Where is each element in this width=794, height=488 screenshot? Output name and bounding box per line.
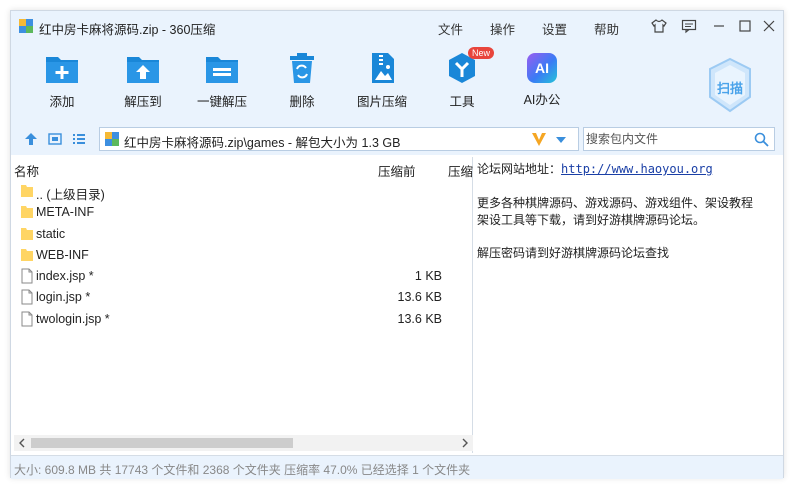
one-click-extract-button[interactable]: 一键解压	[186, 51, 258, 110]
ai-office-button[interactable]: AI AI办公	[506, 51, 578, 108]
extract-to-button[interactable]: 解压到	[107, 51, 179, 110]
table-row[interactable]: index.jsp * 1 KB	[14, 266, 472, 287]
file-size: 13.6 KB	[397, 311, 442, 326]
forum-line: 论坛网站地址：http://www.haoyou.org	[477, 160, 713, 177]
tools-label: 工具	[449, 95, 475, 109]
extract-folder-icon	[127, 57, 159, 83]
column-compressed-before[interactable]: 压缩前	[378, 161, 416, 180]
scroll-right-icon[interactable]	[460, 438, 470, 448]
file-icon	[21, 268, 33, 284]
file-rows: .. (上级目录) META-INF static WEB-INF index.	[14, 181, 472, 330]
file-name: WEB-INF	[36, 247, 89, 262]
recycle-bin-icon	[290, 53, 314, 83]
comment-line-2: 更多各种棋牌源码、游戏源码、游戏组件、架设教程	[477, 196, 754, 210]
file-name: twologin.jsp *	[36, 311, 110, 326]
horizontal-scrollbar[interactable]	[14, 435, 473, 451]
zip-file-icon	[105, 132, 119, 146]
archive-path: 红中房卡麻将源码.zip\games - 解包大小为 1.3 GB	[124, 136, 401, 150]
minimize-icon[interactable]	[711, 18, 727, 34]
folder-icon	[21, 227, 33, 240]
file-icon	[21, 311, 33, 327]
table-row[interactable]: WEB-INF	[14, 245, 472, 266]
search-input[interactable]	[586, 130, 746, 148]
window-title: 红中房卡麻将源码.zip - 360压缩	[39, 23, 216, 37]
file-name: .. (上级目录)	[36, 188, 105, 202]
file-name: login.jsp *	[36, 290, 91, 305]
folder-icon	[21, 206, 33, 219]
image-compress-button[interactable]: 图片压缩	[346, 51, 418, 110]
folder-icon	[21, 185, 33, 197]
menu-file[interactable]: 文件	[438, 19, 463, 38]
skin-shirt-icon[interactable]	[651, 18, 667, 34]
close-icon[interactable]	[761, 18, 777, 34]
comment-line-4: 解压密码请到好游棋牌源码论坛查找	[477, 246, 670, 260]
feedback-icon[interactable]	[681, 18, 697, 34]
folder-icon	[21, 248, 33, 261]
add-archive-icon	[46, 57, 78, 83]
file-name: META-INF	[36, 205, 95, 220]
up-arrow-icon[interactable]	[23, 131, 39, 147]
menu-settings[interactable]: 设置	[542, 19, 567, 38]
scan-label: 扫描	[716, 81, 743, 96]
search-box	[583, 127, 775, 151]
one-click-extract-icon	[206, 57, 238, 83]
ai-mark-text: AI	[535, 60, 549, 76]
scan-button[interactable]: 扫描	[707, 57, 753, 113]
ai-office-label: AI办公	[523, 93, 561, 107]
address-bar: 红中房卡麻将源码.zip\games - 解包大小为 1.3 GB	[11, 123, 783, 155]
maximize-icon[interactable]	[737, 18, 753, 34]
forum-label: 论坛网站地址：	[477, 162, 562, 176]
title-bar: 红中房卡麻将源码.zip - 360压缩 文件 操作 设置 帮助	[11, 11, 783, 41]
path-field[interactable]: 红中房卡麻将源码.zip\games - 解包大小为 1.3 GB	[99, 127, 579, 151]
new-badge: New	[468, 47, 495, 59]
file-list-pane: 名称 压缩前 压缩 .. (上级目录) META-INF static WEB-…	[14, 157, 473, 453]
file-name: index.jsp *	[36, 269, 94, 284]
table-row[interactable]: META-INF	[14, 202, 472, 223]
file-icon	[21, 289, 33, 305]
file-size: 13.6 KB	[397, 290, 442, 305]
delete-button[interactable]: 删除	[266, 51, 338, 110]
file-size: 1 KB	[414, 269, 442, 284]
main-toolbar: 添加 解压到 一键解压 删除 图片压缩 New 工具 AI AI办公 扫描	[11, 41, 783, 123]
menu-operate[interactable]: 操作	[490, 19, 515, 38]
archive-comment-pane: 论坛网站地址：http://www.haoyou.org 更多各种棋牌源码、游戏…	[475, 157, 781, 453]
table-row[interactable]: twologin.jsp * 13.6 KB	[14, 309, 472, 330]
list-view-icon[interactable]	[71, 131, 87, 147]
ai-office-icon: AI	[527, 53, 557, 83]
search-icon[interactable]	[754, 132, 769, 147]
column-compressed[interactable]: 压缩	[448, 161, 473, 180]
comment-line-3: 架设工具等下载，请到好游棋牌源码论坛。	[477, 213, 706, 227]
add-button[interactable]: 添加	[26, 51, 98, 110]
chevron-down-icon[interactable]	[556, 136, 566, 144]
table-row[interactable]: static	[14, 224, 472, 245]
menu-help[interactable]: 帮助	[594, 19, 619, 38]
column-name[interactable]: 名称	[14, 161, 39, 180]
status-text: 大小: 609.8 MB 共 17743 个文件和 2368 个文件夹 压缩率 …	[14, 463, 471, 477]
app-window: 红中房卡麻将源码.zip - 360压缩 文件 操作 设置 帮助 添加 解压到 …	[10, 10, 784, 479]
table-row[interactable]: login.jsp * 13.6 KB	[14, 287, 472, 308]
image-compress-icon	[372, 53, 394, 83]
one-click-extract-label: 一键解压	[196, 95, 247, 109]
forum-link[interactable]: http://www.haoyou.org	[561, 162, 713, 176]
zip-app-icon	[19, 19, 33, 33]
image-compress-label: 图片压缩	[356, 95, 407, 109]
file-name: static	[36, 226, 66, 241]
tools-button[interactable]: New 工具	[426, 47, 498, 110]
scroll-left-icon[interactable]	[17, 438, 27, 448]
delete-label: 删除	[289, 95, 315, 109]
scrollbar-thumb[interactable]	[31, 438, 293, 448]
status-bar: 大小: 609.8 MB 共 17743 个文件和 2368 个文件夹 压缩率 …	[11, 455, 783, 479]
table-row[interactable]: .. (上级目录)	[14, 181, 472, 202]
extract-to-label: 解压到	[124, 95, 162, 109]
add-label: 添加	[49, 95, 75, 109]
v-logo-icon[interactable]	[530, 130, 548, 148]
thumbnail-view-icon[interactable]	[47, 131, 63, 147]
